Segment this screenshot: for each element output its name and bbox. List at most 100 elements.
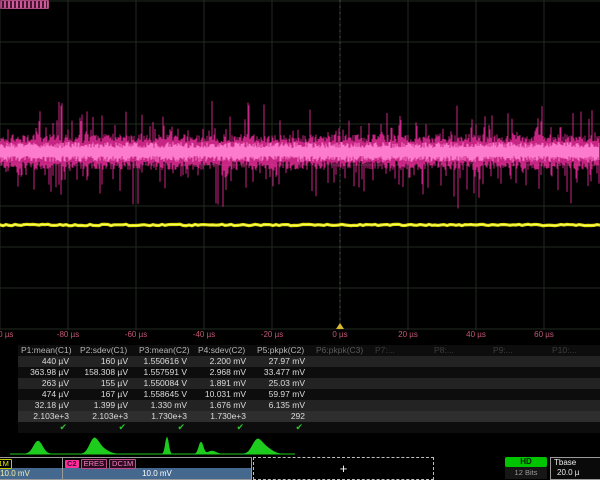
status-empty-cell bbox=[431, 422, 490, 433]
measure-stat-row: 440 µV160 µV1.550616 V2.200 mV27.97 mV bbox=[18, 356, 600, 367]
time-axis-label: -60 µs bbox=[125, 330, 147, 339]
measure-value-cell bbox=[490, 378, 549, 389]
measure-status-row: ✔✔✔✔✔ bbox=[18, 422, 600, 433]
time-axis-label: -20 µs bbox=[261, 330, 283, 339]
measure-value-cell bbox=[490, 356, 549, 367]
c2-eres-badge: ERES bbox=[81, 459, 107, 469]
measure-value-cell bbox=[549, 367, 600, 378]
measure-value-cell bbox=[549, 356, 600, 367]
measure-value-cell bbox=[431, 367, 490, 378]
parameter-header[interactable]: P4:sdev(C2) bbox=[195, 345, 254, 356]
measure-stat-row: 474 µV167 µV1.558645 V10.031 mV59.97 mV bbox=[18, 389, 600, 400]
measure-value-cell: 1.558645 V bbox=[136, 389, 195, 400]
measure-value-cell bbox=[313, 378, 372, 389]
timebase-label: Tbase bbox=[551, 458, 600, 468]
measure-value-cell bbox=[313, 400, 372, 411]
time-axis-label: 20 µs bbox=[398, 330, 418, 339]
status-empty-cell bbox=[490, 422, 549, 433]
status-check-icon: ✔ bbox=[136, 422, 195, 433]
measure-value-cell bbox=[431, 389, 490, 400]
measure-value-cell: 1.550084 V bbox=[136, 378, 195, 389]
measure-value-cell: 160 µV bbox=[77, 356, 136, 367]
measure-value-cell: 1.730e+3 bbox=[195, 411, 254, 422]
descriptor-bar: C1 DC1M 10.0 mV C2 ERES DC1M 10.0 mV + H… bbox=[0, 457, 600, 480]
status-check-icon: ✔ bbox=[77, 422, 136, 433]
measure-value-cell: 2.103e+3 bbox=[18, 411, 77, 422]
parameter-header[interactable]: P8:... bbox=[431, 345, 490, 356]
c1-coupling-badge: DC1M bbox=[0, 459, 12, 469]
measure-value-cell bbox=[549, 411, 600, 422]
measure-value-cell bbox=[490, 367, 549, 378]
measure-value-cell: 263 µV bbox=[18, 378, 77, 389]
parameter-header[interactable]: P1:mean(C1) bbox=[18, 345, 77, 356]
parameter-histicon[interactable] bbox=[67, 434, 124, 456]
plus-icon: + bbox=[340, 461, 348, 476]
measure-value-cell: 2.103e+3 bbox=[77, 411, 136, 422]
measure-value-cell bbox=[372, 389, 431, 400]
parameter-header[interactable]: P5:pkpk(C2) bbox=[254, 345, 313, 356]
c1-badge-row: C1 DC1M bbox=[0, 458, 63, 468]
measure-value-cell: 292 bbox=[254, 411, 313, 422]
parameter-header[interactable]: P2:sdev(C1) bbox=[77, 345, 136, 356]
time-axis-label: 40 µs bbox=[466, 330, 486, 339]
measure-value-cell bbox=[372, 378, 431, 389]
measure-value-cell: 33.477 mV bbox=[254, 367, 313, 378]
measure-value-cell: 167 µV bbox=[77, 389, 136, 400]
measure-value-cell: 155 µV bbox=[77, 378, 136, 389]
measure-stat-row: 2.103e+32.103e+31.730e+31.730e+3292 bbox=[18, 411, 600, 422]
timebase-descriptor[interactable]: Tbase 20.0 µ bbox=[550, 457, 600, 480]
c2-vertical-scale: 10.0 mV bbox=[63, 468, 251, 479]
measure-stat-row: 32.18 µV1.399 µV1.330 mV1.676 mV6.135 mV bbox=[18, 400, 600, 411]
time-axis-label: -100 µs bbox=[0, 330, 13, 339]
measure-value-cell: 474 µV bbox=[18, 389, 77, 400]
status-empty-cell bbox=[313, 422, 372, 433]
measure-value-cell: 2.200 mV bbox=[195, 356, 254, 367]
measure-value-cell bbox=[431, 400, 490, 411]
measure-value-cell bbox=[490, 389, 549, 400]
parameter-histicon[interactable] bbox=[10, 434, 67, 456]
measure-value-cell: 1.330 mV bbox=[136, 400, 195, 411]
timebase-value: 20.0 µ bbox=[551, 468, 600, 478]
measure-value-cell: 2.968 mV bbox=[195, 367, 254, 378]
measure-value-cell bbox=[372, 400, 431, 411]
measure-value-cell: 32.18 µV bbox=[18, 400, 77, 411]
time-axis: -100 µs -80 µs -60 µs -40 µs -20 µs 0 µs 20 µs… bbox=[0, 330, 600, 342]
measure-stat-row: 363.98 µV158.308 µV1.557591 V2.968 mV33.… bbox=[18, 367, 600, 378]
measure-value-cell: 1.557591 V bbox=[136, 367, 195, 378]
status-check-icon: ✔ bbox=[254, 422, 313, 433]
parameter-header[interactable]: P7:... bbox=[372, 345, 431, 356]
measure-value-cell bbox=[313, 367, 372, 378]
c1-vertical-scale: 10.0 mV bbox=[0, 468, 63, 479]
channel-c1-descriptor[interactable]: C1 DC1M 10.0 mV bbox=[0, 457, 64, 480]
parameter-histicon[interactable] bbox=[238, 434, 295, 456]
add-trace-button[interactable]: + bbox=[253, 457, 434, 480]
parameter-header[interactable]: P9:... bbox=[490, 345, 549, 356]
parameter-histicon[interactable] bbox=[181, 434, 238, 456]
c2-badge-row: C2 ERES DC1M bbox=[63, 458, 251, 468]
status-empty-cell bbox=[549, 422, 600, 433]
c2-coupling-badge: DC1M bbox=[109, 459, 136, 469]
channel-c2-descriptor[interactable]: C2 ERES DC1M 10.0 mV bbox=[62, 457, 252, 480]
parameter-histicons bbox=[10, 434, 295, 456]
parameter-histicon[interactable] bbox=[124, 434, 181, 456]
hd-mode-indicator: HD 12 Bits bbox=[505, 457, 547, 479]
measure-value-cell bbox=[549, 378, 600, 389]
measure-value-cell bbox=[549, 389, 600, 400]
parameter-header[interactable]: P10:... bbox=[549, 345, 600, 356]
measure-value-cell bbox=[313, 356, 372, 367]
measure-value-cell bbox=[313, 411, 372, 422]
hd-bits-label: 12 Bits bbox=[515, 467, 538, 478]
measure-value-cell bbox=[313, 389, 372, 400]
trace-descriptor-badge bbox=[0, 0, 49, 9]
parameter-header[interactable]: P6:pkpk(C3) bbox=[313, 345, 372, 356]
trigger-time-marker[interactable] bbox=[336, 323, 344, 329]
parameter-header[interactable]: P3:mean(C2) bbox=[136, 345, 195, 356]
measure-value-cell: 25.03 mV bbox=[254, 378, 313, 389]
traces-layer bbox=[0, 0, 600, 330]
time-axis-label: -40 µs bbox=[193, 330, 215, 339]
time-axis-label: -80 µs bbox=[57, 330, 79, 339]
time-axis-label: 0 µs bbox=[332, 330, 347, 339]
measure-value-cell bbox=[490, 411, 549, 422]
measure-value-cell bbox=[490, 400, 549, 411]
hd-badge: HD bbox=[505, 457, 547, 467]
